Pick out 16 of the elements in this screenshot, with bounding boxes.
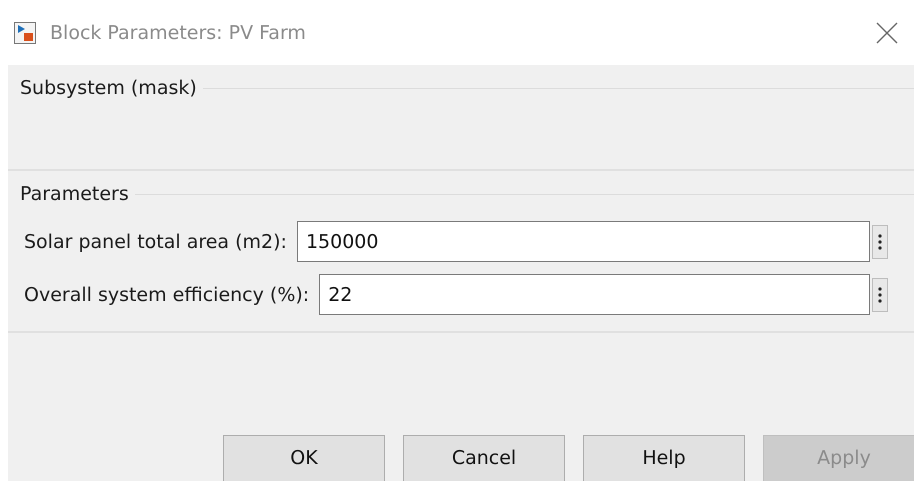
group-legend: Parameters [8,183,135,205]
kebab-icon [878,234,882,250]
dialog-button[interactable]: Cancel [403,435,565,481]
kebab-icon [878,286,882,302]
input-field[interactable]: 150000 [296,221,870,262]
input-field[interactable]: 22 [319,274,870,315]
block-icon [14,22,36,44]
dialog-button[interactable]: OK [223,435,385,481]
dialog-button[interactable]: Help [583,435,745,481]
options-button[interactable] [872,224,888,258]
field-label: Solar panel total area (m2): [24,230,287,252]
group-legend: Subsystem (mask) [8,77,203,99]
options-button[interactable] [872,278,888,312]
window-title: Block Parameters: PV Farm [50,22,307,44]
field-label: Overall system efficiency (%): [24,284,310,306]
close-icon[interactable] [876,22,898,44]
